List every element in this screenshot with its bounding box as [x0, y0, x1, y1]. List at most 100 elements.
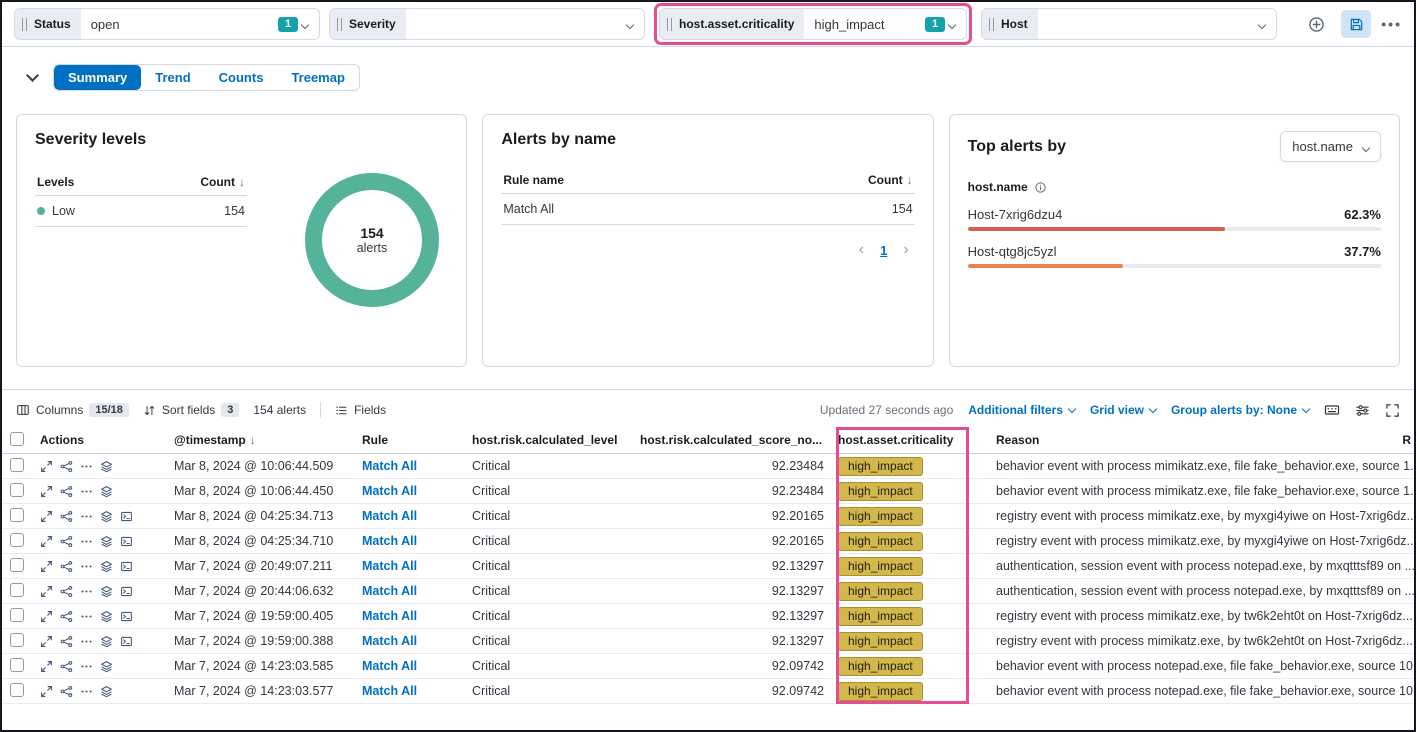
expand-alert-icon[interactable]: [40, 535, 53, 548]
analyze-event-icon[interactable]: [60, 635, 73, 648]
drag-handle-icon[interactable]: [22, 18, 27, 31]
filter-pill-status[interactable]: Status open 1: [14, 8, 320, 40]
drag-handle-icon[interactable]: [667, 18, 672, 31]
expand-alert-icon[interactable]: [40, 585, 53, 598]
expand-alert-icon[interactable]: [40, 610, 53, 623]
investigate-in-timeline-icon[interactable]: [100, 685, 113, 698]
top-alerts-field-select[interactable]: host.name: [1280, 131, 1381, 162]
top-alert-bar-row[interactable]: Host-7xrig6dzu4 62.3%: [968, 207, 1381, 231]
analyze-event-icon[interactable]: [60, 585, 73, 598]
drag-handle-icon[interactable]: [337, 18, 342, 31]
open-session-view-icon[interactable]: [120, 610, 133, 623]
add-filter-button[interactable]: [1301, 10, 1331, 38]
row-checkbox[interactable]: [10, 658, 24, 672]
rule-link[interactable]: Match All: [362, 534, 472, 548]
row-checkbox[interactable]: [10, 633, 24, 647]
investigate-in-timeline-icon[interactable]: [100, 485, 113, 498]
rule-link[interactable]: Match All: [362, 659, 472, 673]
tab-summary[interactable]: Summary: [54, 65, 141, 90]
filter-pill-severity[interactable]: Severity: [329, 8, 645, 40]
chevron-down-icon[interactable]: [949, 15, 955, 33]
row-checkbox[interactable]: [10, 583, 24, 597]
open-session-view-icon[interactable]: [120, 535, 133, 548]
row-checkbox[interactable]: [10, 683, 24, 697]
grid-settings-button[interactable]: [1355, 403, 1370, 418]
more-actions-icon[interactable]: [80, 560, 93, 573]
page-number[interactable]: 1: [880, 243, 887, 258]
more-actions-icon[interactable]: [80, 635, 93, 648]
expand-alert-icon[interactable]: [40, 460, 53, 473]
investigate-in-timeline-icon[interactable]: [100, 585, 113, 598]
row-checkbox[interactable]: [10, 458, 24, 472]
investigate-in-timeline-icon[interactable]: [100, 610, 113, 623]
row-checkbox[interactable]: [10, 483, 24, 497]
column-header-count[interactable]: Count↓: [200, 175, 245, 189]
expand-alert-icon[interactable]: [40, 510, 53, 523]
rule-link[interactable]: Match All: [362, 609, 472, 623]
open-session-view-icon[interactable]: [120, 510, 133, 523]
more-actions-icon[interactable]: [80, 535, 93, 548]
grid-view-button[interactable]: Grid view: [1090, 403, 1156, 417]
chevron-down-icon[interactable]: [627, 15, 633, 33]
open-session-view-icon[interactable]: [120, 585, 133, 598]
columns-button[interactable]: Columns 15/18: [16, 403, 129, 417]
expand-alert-icon[interactable]: [40, 560, 53, 573]
analyze-event-icon[interactable]: [60, 510, 73, 523]
reason-cell[interactable]: authentication, session event with proce…: [996, 559, 1414, 573]
reason-cell[interactable]: registry event with process mimikatz.exe…: [996, 509, 1414, 523]
more-actions-icon[interactable]: [80, 685, 93, 698]
reason-cell[interactable]: behavior event with process notepad.exe,…: [996, 684, 1414, 698]
analyze-event-icon[interactable]: [60, 460, 73, 473]
reason-cell[interactable]: behavior event with process mimikatz.exe…: [996, 484, 1414, 498]
tab-counts[interactable]: Counts: [205, 65, 278, 90]
analyze-event-icon[interactable]: [60, 660, 73, 673]
reason-cell[interactable]: behavior event with process notepad.exe,…: [996, 659, 1414, 673]
rule-link[interactable]: Match All: [362, 559, 472, 573]
header-timestamp[interactable]: @timestamp↓: [174, 433, 362, 447]
header-reason[interactable]: Reason: [996, 433, 1414, 447]
analyze-event-icon[interactable]: [60, 535, 73, 548]
open-session-view-icon[interactable]: [120, 560, 133, 573]
save-query-button[interactable]: [1341, 10, 1371, 38]
analyze-event-icon[interactable]: [60, 560, 73, 573]
more-actions-icon[interactable]: [80, 485, 93, 498]
rule-link[interactable]: Match All: [362, 584, 472, 598]
filter-pill-criticality[interactable]: host.asset.criticality high_impact 1: [659, 8, 967, 40]
collapse-summary-chevron-icon[interactable]: [26, 69, 39, 82]
reason-cell[interactable]: registry event with process mimikatz.exe…: [996, 609, 1414, 623]
header-rule[interactable]: Rule: [362, 433, 472, 447]
expand-alert-icon[interactable]: [40, 635, 53, 648]
filter-pill-host[interactable]: Host: [981, 8, 1277, 40]
analyze-event-icon[interactable]: [60, 685, 73, 698]
row-checkbox[interactable]: [10, 533, 24, 547]
investigate-in-timeline-icon[interactable]: [100, 460, 113, 473]
more-actions-icon[interactable]: [80, 460, 93, 473]
tab-treemap[interactable]: Treemap: [277, 65, 358, 90]
reason-cell[interactable]: behavior event with process mimikatz.exe…: [996, 459, 1414, 473]
investigate-in-timeline-icon[interactable]: [100, 660, 113, 673]
info-icon[interactable]: [1034, 181, 1047, 194]
rule-link[interactable]: Match All: [362, 634, 472, 648]
more-actions-icon[interactable]: [80, 510, 93, 523]
rule-link[interactable]: Match All: [362, 459, 472, 473]
reason-cell[interactable]: registry event with process mimikatz.exe…: [996, 634, 1414, 648]
more-actions-icon[interactable]: [80, 660, 93, 673]
more-actions-icon[interactable]: [80, 585, 93, 598]
investigate-in-timeline-icon[interactable]: [100, 510, 113, 523]
chevron-down-icon[interactable]: [302, 15, 308, 33]
select-all-checkbox[interactable]: [10, 432, 24, 446]
more-actions-icon[interactable]: [80, 610, 93, 623]
investigate-in-timeline-icon[interactable]: [100, 535, 113, 548]
analyze-event-icon[interactable]: [60, 485, 73, 498]
reason-cell[interactable]: registry event with process mimikatz.exe…: [996, 534, 1414, 548]
row-checkbox[interactable]: [10, 608, 24, 622]
next-page-icon[interactable]: ›: [903, 241, 908, 259]
header-risk-score[interactable]: host.risk.calculated_score_no...: [640, 433, 838, 447]
chevron-down-icon[interactable]: [1259, 15, 1265, 33]
drag-handle-icon[interactable]: [989, 18, 994, 31]
top-alert-bar-row[interactable]: Host-qtg8jc5yzl 37.7%: [968, 244, 1381, 268]
keyboard-shortcuts-button[interactable]: [1324, 402, 1340, 418]
investigate-in-timeline-icon[interactable]: [100, 560, 113, 573]
expand-alert-icon[interactable]: [40, 685, 53, 698]
fields-button[interactable]: Fields: [335, 403, 386, 417]
